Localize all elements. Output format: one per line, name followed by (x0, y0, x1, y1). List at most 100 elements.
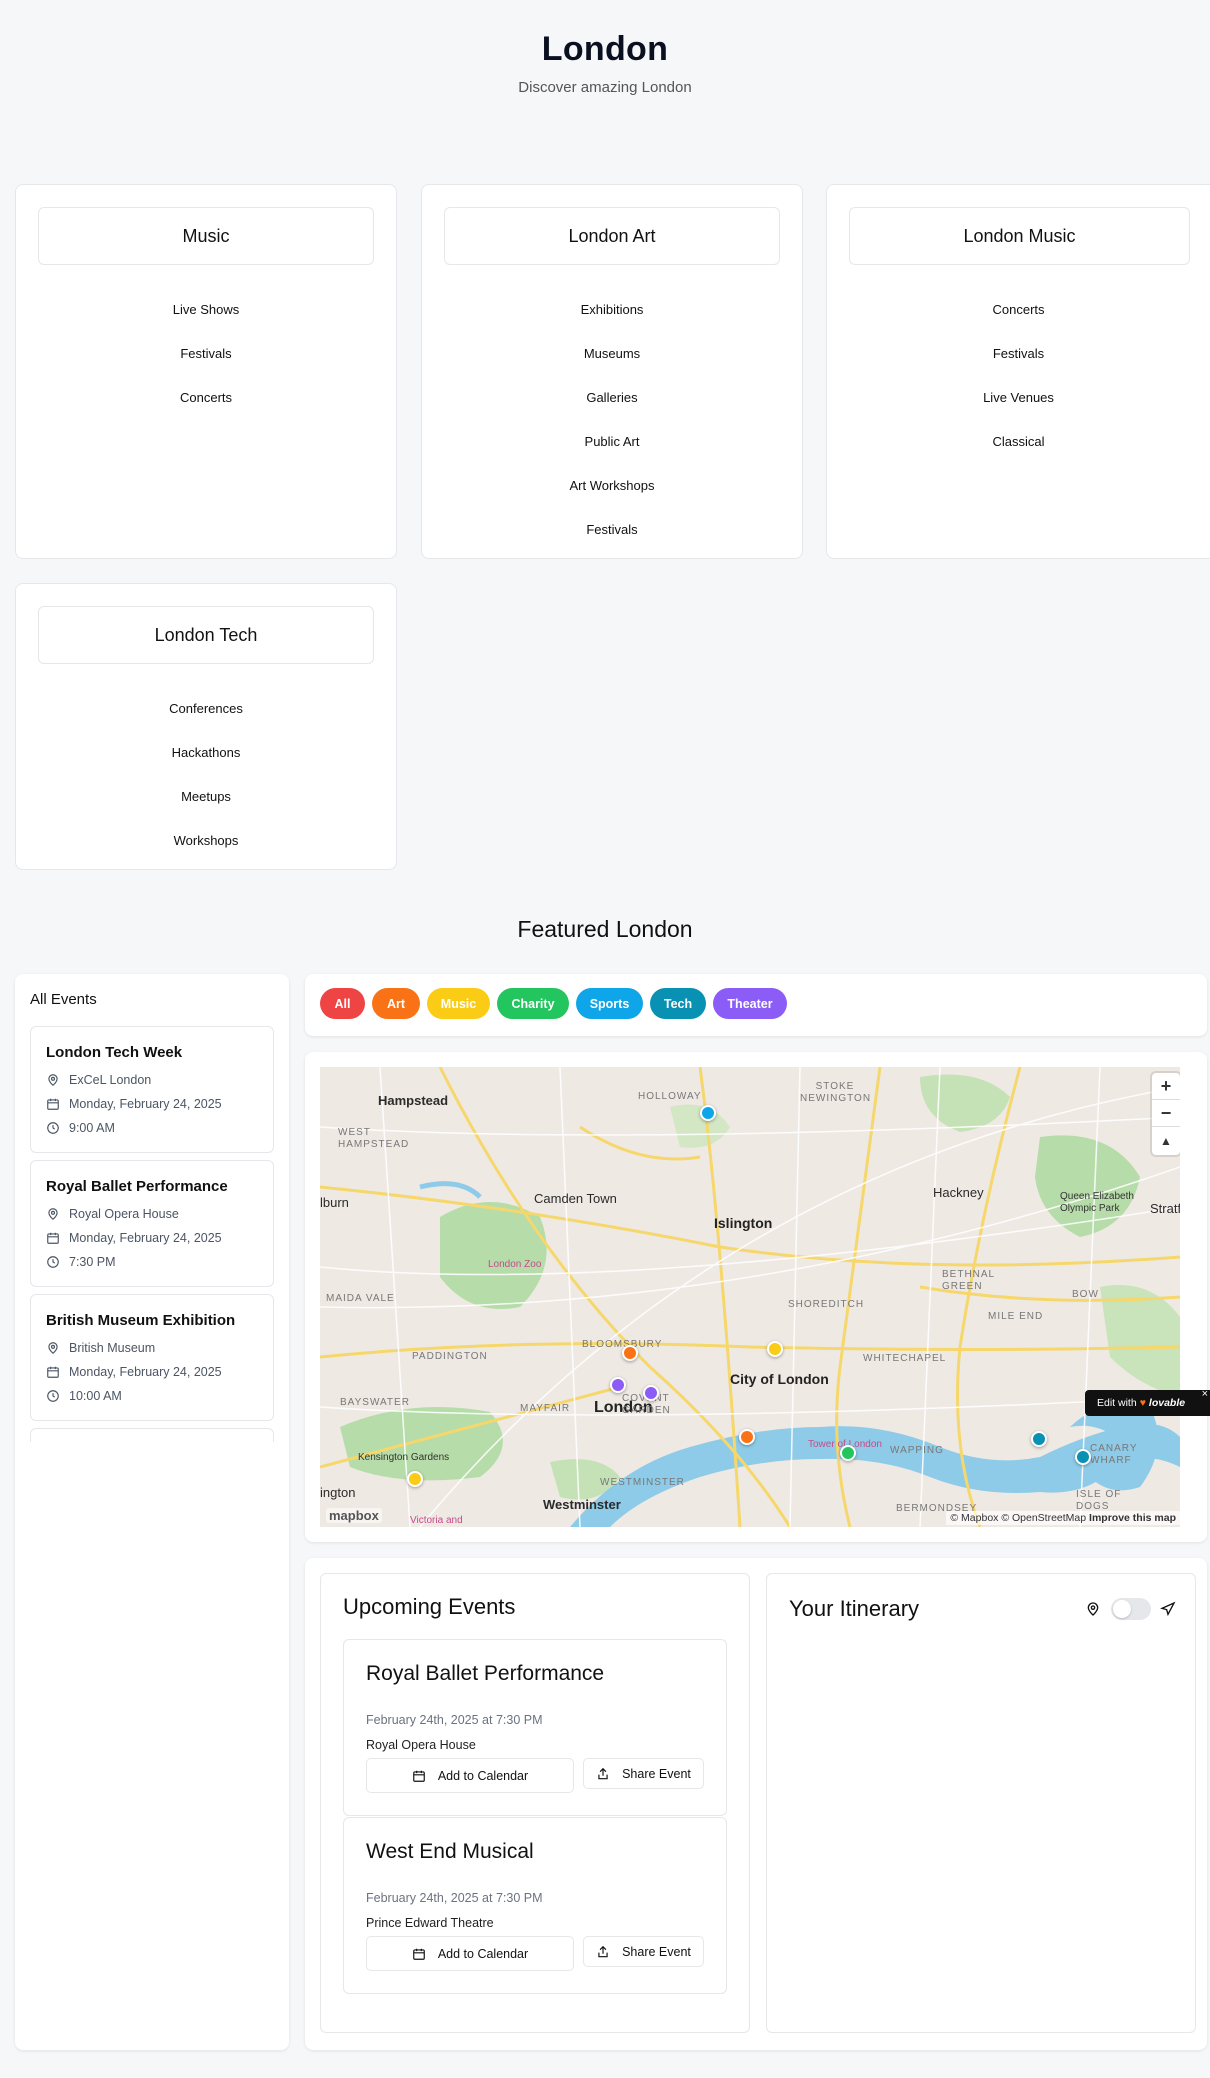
category-item[interactable]: Concerts (827, 287, 1210, 331)
event-time: 7:30 PM (69, 1255, 116, 1269)
event-venue: British Museum (69, 1341, 156, 1355)
map-district-label: STOKE NEWINGTON (800, 1081, 872, 1104)
add-to-calendar-label: Add to Calendar (437, 1768, 529, 1783)
share-event-button[interactable]: Share Event (583, 1936, 704, 1967)
map-label: Westminster (543, 1497, 621, 1512)
category-item[interactable]: Public Art (422, 419, 802, 463)
map-district-label: MAIDA VALE (326, 1293, 395, 1304)
filter-chip-theater[interactable]: Theater (713, 988, 787, 1019)
map-district-label: CANARY WHARF (1090, 1443, 1138, 1466)
filter-chip-all[interactable]: All (320, 988, 365, 1019)
event-card-partial[interactable] (30, 1428, 274, 1442)
category-item[interactable]: Live Shows (16, 287, 396, 331)
calendar-icon (47, 1232, 59, 1244)
event-date: Monday, February 24, 2025 (69, 1365, 222, 1379)
category-item[interactable]: Art Workshops (422, 463, 802, 507)
filter-chip-sports[interactable]: Sports (576, 988, 643, 1019)
upcoming-events-title: Upcoming Events (343, 1594, 516, 1619)
map-pin-art[interactable] (739, 1429, 755, 1445)
event-card[interactable]: London Tech Week ExCeL London Monday, Fe… (30, 1026, 274, 1153)
all-events-panel: All Events London Tech Week ExCeL London… (15, 974, 289, 2050)
event-card[interactable]: Royal Ballet Performance Royal Opera Hou… (30, 1160, 274, 1287)
category-item[interactable]: Festivals (422, 507, 802, 551)
filter-chip-charity[interactable]: Charity (497, 988, 569, 1019)
category-item[interactable]: Conferences (16, 686, 396, 730)
event-card[interactable]: British Museum Exhibition British Museum… (30, 1294, 274, 1421)
category-item[interactable]: Museums (422, 331, 802, 375)
map-district-label: WESTMINSTER (600, 1477, 685, 1488)
event-date: Monday, February 24, 2025 (69, 1231, 222, 1245)
category-item[interactable]: Galleries (422, 375, 802, 419)
category-item[interactable]: Hackathons (16, 730, 396, 774)
event-title: British Museum Exhibition (46, 1312, 236, 1329)
map-label: Hackney (933, 1185, 984, 1200)
map-label: Queen Elizabeth Olympic Park (1060, 1191, 1134, 1214)
map-district-label: WAPPING (890, 1445, 944, 1456)
clock-icon (47, 1390, 59, 1402)
map-pin-music[interactable] (767, 1341, 783, 1357)
category-item[interactable]: Live Venues (827, 375, 1210, 419)
add-to-calendar-button[interactable]: Add to Calendar (366, 1936, 574, 1971)
compass-button[interactable]: ▲ (1152, 1127, 1180, 1154)
improve-map-link[interactable]: Improve this map (1089, 1512, 1176, 1524)
map-label: Islington (714, 1215, 773, 1231)
map-district-label: BETHNAL GREEN (942, 1269, 995, 1292)
map-poi-label: London Zoo (488, 1259, 542, 1270)
map-pin-tech[interactable] (1075, 1449, 1091, 1465)
upcoming-event-card: Royal Ballet Performance February 24th, … (343, 1639, 727, 1816)
zoom-in-button[interactable]: + (1152, 1073, 1180, 1100)
event-map[interactable]: Hampstead Camden Town Islington Hackney … (320, 1067, 1180, 1527)
clock-icon (47, 1122, 59, 1134)
share-event-label: Share Event (622, 1944, 691, 1959)
add-to-calendar-button[interactable]: Add to Calendar (366, 1758, 574, 1793)
zoom-out-button[interactable]: − (1152, 1100, 1180, 1127)
calendar-icon (412, 1948, 425, 1960)
category-item[interactable]: Concerts (16, 375, 396, 419)
category-item[interactable]: Exhibitions (422, 287, 802, 331)
clock-icon (47, 1256, 59, 1268)
filter-chip-tech[interactable]: Tech (650, 988, 706, 1019)
upcoming-event-datetime: February 24th, 2025 at 7:30 PM (366, 1713, 543, 1727)
share-event-button[interactable]: Share Event (583, 1758, 704, 1789)
add-to-calendar-label: Add to Calendar (437, 1946, 529, 1961)
map-label: lburn (320, 1195, 349, 1210)
map-district-label: MILE END (988, 1311, 1044, 1322)
filter-bar: All Art Music Charity Sports Tech Theate… (305, 974, 1207, 1036)
close-icon[interactable]: × (1202, 1388, 1208, 1400)
category-item[interactable]: Festivals (16, 331, 396, 375)
calendar-icon (47, 1366, 59, 1378)
map-pin-charity[interactable] (840, 1445, 856, 1461)
map-label: Hampstead (378, 1093, 449, 1108)
map-pin-tech[interactable] (1031, 1431, 1047, 1447)
edit-with-lovable-badge[interactable]: Edit with ♥ lovable × (1085, 1388, 1210, 1416)
map-district-label: HOLLOWAY (638, 1091, 702, 1102)
category-title[interactable]: London Art (444, 207, 780, 265)
page-header: London Discover amazing London (0, 30, 1210, 96)
attribution-text[interactable]: © Mapbox © OpenStreetMap (950, 1512, 1086, 1524)
filter-chip-art[interactable]: Art (372, 988, 420, 1019)
category-title[interactable]: London Tech (38, 606, 374, 664)
all-events-title: All Events (30, 991, 97, 1008)
map-district-label: SHOREDITCH (788, 1299, 865, 1310)
map-pin-art[interactable] (622, 1345, 638, 1361)
map-district-label: BOW (1072, 1289, 1099, 1300)
filter-chip-music[interactable]: Music (427, 988, 490, 1019)
category-item[interactable]: Workshops (16, 818, 396, 862)
map-pin-theater[interactable] (610, 1377, 626, 1393)
category-title[interactable]: London Music (849, 207, 1190, 265)
category-card-london-tech: London Tech Conferences Hackathons Meetu… (15, 583, 397, 870)
map-label: Stratf (1150, 1201, 1180, 1216)
category-item[interactable]: Festivals (827, 331, 1210, 375)
itinerary-view-toggle[interactable] (1111, 1598, 1151, 1620)
itinerary-title: Your Itinerary (789, 1596, 920, 1621)
map-pin-music[interactable] (407, 1471, 423, 1487)
upcoming-event-venue: Royal Opera House (366, 1738, 476, 1752)
calendar-icon (47, 1098, 59, 1110)
category-item[interactable]: Meetups (16, 774, 396, 818)
mapbox-logo[interactable]: mapbox (326, 1508, 382, 1523)
category-item[interactable]: Classical (827, 419, 1210, 463)
map-pin-theater[interactable] (643, 1385, 659, 1401)
map-pin-sports[interactable] (700, 1105, 716, 1121)
map-district-label: MAYFAIR (520, 1403, 571, 1414)
category-title[interactable]: Music (38, 207, 374, 265)
